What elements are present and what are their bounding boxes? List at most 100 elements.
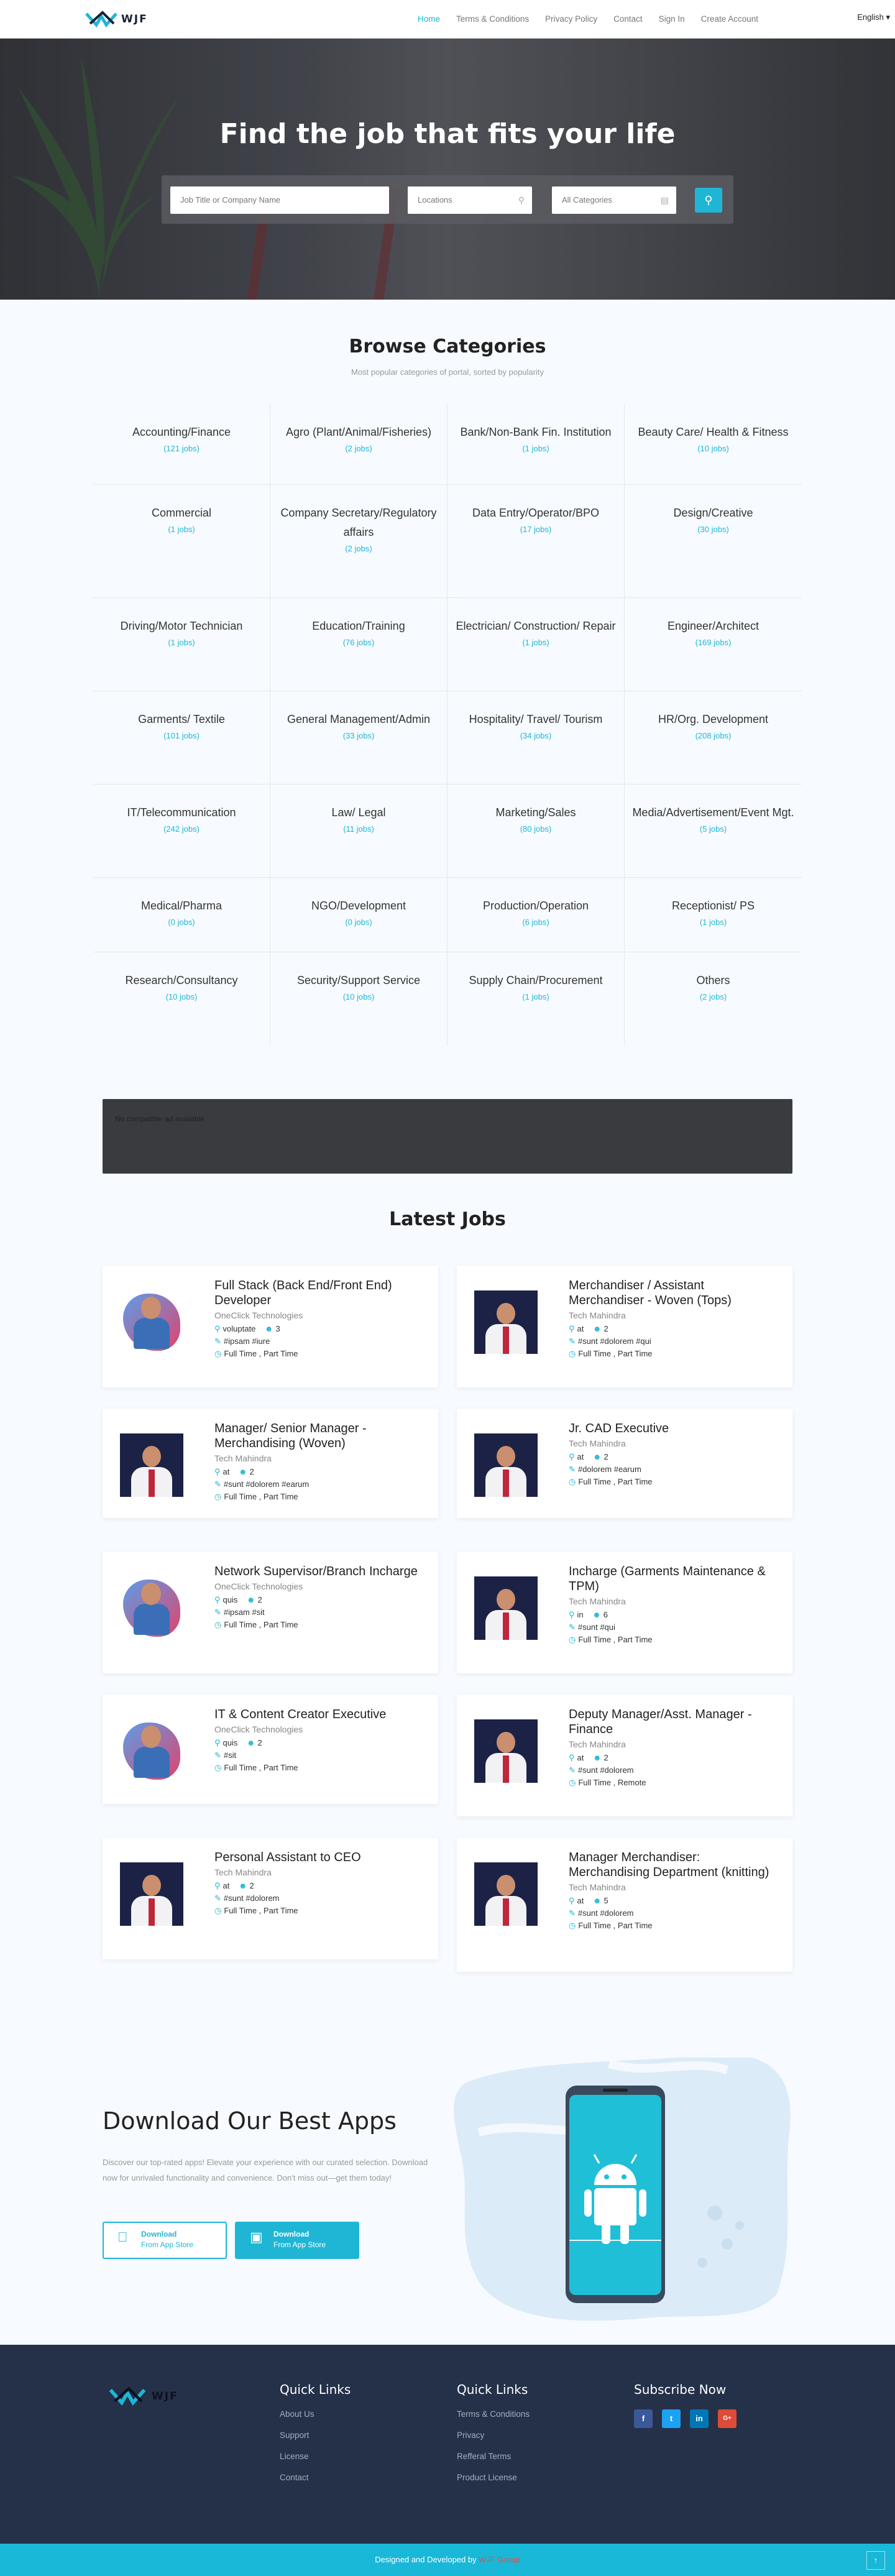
company-name: Tech Mahindra [569, 1596, 626, 1606]
category-card[interactable]: HR/Org. Development (208 jobs) [625, 691, 802, 784]
category-card[interactable]: Research/Consultancy (10 jobs) [93, 952, 270, 1046]
apple-download-button[interactable]:  Download From App Store [103, 2222, 227, 2259]
job-card[interactable]: Manager Merchandiser: Merchandising Depa… [457, 1838, 792, 1972]
job-card[interactable]: Merchandiser / Assistant Merchandiser - … [457, 1266, 792, 1387]
category-card[interactable]: Company Secretary/Regulatory affairs (2 j… [270, 485, 448, 597]
back-to-top-button[interactable]: ↑ [866, 2551, 885, 2570]
search-button[interactable]: ⚲ [695, 188, 722, 213]
job-title[interactable]: Incharge (Garments Maintenance & TPM) [569, 1564, 780, 1594]
map-pin-icon: ⚲ [569, 1896, 575, 1905]
clock-icon: ◷ [569, 1921, 576, 1930]
category-card[interactable]: Bank/Non-Bank Fin. Institution (1 jobs) [448, 404, 625, 484]
main-menu: Home Terms & Conditions Privacy Policy C… [418, 0, 758, 37]
job-vacancy: 2 [604, 1324, 608, 1333]
apple-icon:  [117, 2230, 128, 2244]
category-card[interactable]: Garments/ Textile (101 jobs) [93, 691, 270, 784]
linkedin-icon[interactable]: in [690, 2409, 709, 2428]
apple-btn-line1: Download [141, 2230, 177, 2238]
job-card[interactable]: Network Supervisor/Branch Incharge OneCli… [103, 1552, 438, 1673]
category-name: Supply Chain/Procurement [469, 974, 603, 987]
footer-link-terms[interactable]: Terms & Conditions [457, 2409, 530, 2419]
category-card[interactable]: Commercial (1 jobs) [93, 485, 270, 597]
category-count: (2 jobs) [345, 544, 372, 553]
category-card[interactable]: Law/ Legal (11 jobs) [270, 784, 448, 877]
category-row: IT/Telecommunication (242 jobs) Law/ Lega… [93, 784, 802, 878]
nav-home[interactable]: Home [418, 14, 440, 24]
keyword-search-input[interactable]: Job Title or Company Name [170, 186, 389, 214]
category-row: Research/Consultancy (10 jobs) Security/S… [93, 952, 802, 1046]
footer-link-product-license[interactable]: Product License [457, 2473, 530, 2482]
category-card[interactable]: Receptionist/ PS (1 jobs) [625, 878, 802, 952]
clock-icon: ◷ [214, 1492, 222, 1501]
footer-link-support[interactable]: Support [280, 2431, 351, 2440]
category-card[interactable]: Others (2 jobs) [625, 952, 802, 1046]
facebook-icon[interactable]: f [634, 2409, 653, 2428]
category-card[interactable]: Marketing/Sales (80 jobs) [448, 784, 625, 877]
category-card[interactable]: Engineer/Architect (169 jobs) [625, 598, 802, 691]
category-card[interactable]: Production/Operation (6 jobs) [448, 878, 625, 952]
category-card[interactable]: IT/Telecommunication (242 jobs) [93, 784, 270, 877]
nav-contact[interactable]: Contact [613, 14, 643, 24]
job-card[interactable]: Deputy Manager/Asst. Manager - Finance Te… [457, 1695, 792, 1816]
category-card[interactable]: General Management/Admin (33 jobs) [270, 691, 448, 784]
job-title[interactable]: Manager Merchandiser: Merchandising Depa… [569, 1850, 780, 1880]
job-card[interactable]: Jr. CAD Executive Tech Mahindra ⚲ at ☻ 2 ✎ #do… [457, 1409, 792, 1518]
job-vacancy: 5 [604, 1896, 608, 1905]
footer-logo[interactable]: WJF [106, 2386, 178, 2407]
language-selector[interactable]: English ▾ [857, 12, 890, 22]
category-count: (1 jobs) [522, 444, 549, 453]
category-card[interactable]: Design/Creative (30 jobs) [625, 485, 802, 597]
job-title[interactable]: Jr. CAD Executive [569, 1421, 780, 1436]
job-title[interactable]: Full Stack (Back End/Front End) Develope… [214, 1278, 426, 1308]
nav-privacy[interactable]: Privacy Policy [545, 14, 597, 24]
category-card[interactable]: Driving/Motor Technician (1 jobs) [93, 598, 270, 691]
footer-logo-text: WJF [152, 2390, 178, 2403]
copyright-author[interactable]: WJF Group [479, 2555, 520, 2564]
clock-icon: ◷ [214, 1763, 222, 1772]
job-card[interactable]: Incharge (Garments Maintenance & TPM) Tec… [457, 1552, 792, 1673]
footer-link-contact[interactable]: Contact [280, 2473, 351, 2482]
job-card[interactable]: Manager/ Senior Manager - Merchandising … [103, 1409, 438, 1518]
footer-link-referral[interactable]: Refferal Terms [457, 2452, 530, 2461]
category-card[interactable]: Media/Advertisement/Event Mgt. (5 jobs) [625, 784, 802, 877]
twitter-icon[interactable]: t [662, 2409, 681, 2428]
site-logo[interactable]: WJF [84, 9, 148, 30]
user-icon: ☻ [246, 1738, 255, 1747]
nav-create-account[interactable]: Create Account [701, 14, 758, 24]
footer-link-privacy[interactable]: Privacy [457, 2431, 530, 2440]
category-card[interactable]: Security/Support Service (10 jobs) [270, 952, 448, 1046]
job-title[interactable]: Merchandiser / Assistant Merchandiser - … [569, 1278, 780, 1308]
job-tags: #ipsam #iure [223, 1336, 270, 1346]
job-types: Full Time , Part Time [224, 1492, 298, 1501]
job-location: quis [223, 1738, 238, 1747]
category-card[interactable]: Hospitality/ Travel/ Tourism (34 jobs) [448, 691, 625, 784]
category-card[interactable]: Education/Training (76 jobs) [270, 598, 448, 691]
nav-terms[interactable]: Terms & Conditions [456, 14, 529, 24]
job-card[interactable]: IT & Content Creator Executive OneClick T… [103, 1695, 438, 1804]
job-title[interactable]: Network Supervisor/Branch Incharge [214, 1564, 426, 1579]
job-title[interactable]: IT & Content Creator Executive [214, 1707, 426, 1722]
category-card[interactable]: Agro (Plant/Animal/Fisheries) (2 jobs) [270, 404, 448, 484]
company-name: Tech Mahindra [569, 1882, 626, 1892]
category-card[interactable]: Electrician/ Construction/ Repair (1 jobs… [448, 598, 625, 691]
category-card[interactable]: Beauty Care/ Health & Fitness (10 jobs) [625, 404, 802, 484]
nav-sign-in[interactable]: Sign In [659, 14, 685, 24]
footer-link-license[interactable]: License [280, 2452, 351, 2461]
job-title[interactable]: Deputy Manager/Asst. Manager - Finance [569, 1707, 780, 1737]
category-card[interactable]: Medical/Pharma (0 jobs) [93, 878, 270, 952]
category-card[interactable]: Data Entry/Operator/BPO (17 jobs) [448, 485, 625, 597]
category-card[interactable]: Supply Chain/Procurement (1 jobs) [448, 952, 625, 1046]
job-card[interactable]: Full Stack (Back End/Front End) Develope… [103, 1266, 438, 1387]
android-download-button[interactable]: ▣ Download From App Store [235, 2222, 359, 2259]
category-select[interactable]: All Categories ▤ [552, 186, 676, 214]
footer-link-about[interactable]: About Us [280, 2409, 351, 2419]
chevron-down-icon: ▾ [886, 12, 890, 22]
job-card[interactable]: Personal Assistant to CEO Tech Mahindra ⚲ a… [103, 1838, 438, 1959]
map-pin-icon: ⚲ [569, 1753, 575, 1762]
job-title[interactable]: Personal Assistant to CEO [214, 1850, 426, 1865]
job-title[interactable]: Manager/ Senior Manager - Merchandising … [214, 1421, 426, 1451]
location-input[interactable]: Locations ⚲ [408, 186, 532, 214]
google-plus-icon[interactable]: G+ [718, 2409, 737, 2428]
category-card[interactable]: NGO/Development (0 jobs) [270, 878, 448, 952]
category-card[interactable]: Accounting/Finance (121 jobs) [93, 404, 270, 484]
